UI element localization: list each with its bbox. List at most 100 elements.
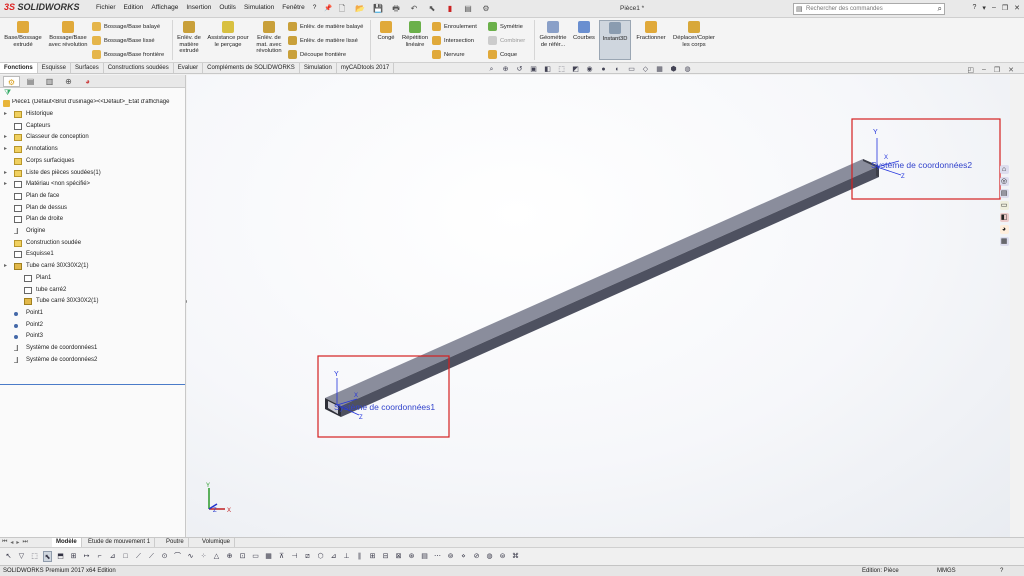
sketch-polygon-icon[interactable]: △ (212, 551, 221, 562)
reference-geometry-button[interactable]: Géométrie de référ... (536, 21, 570, 48)
sketch-fix-icon[interactable]: ⊘ (472, 551, 481, 562)
sketch-extend-icon[interactable]: ⊣ (290, 551, 299, 562)
sketch-equal-icon[interactable]: ⊜ (498, 551, 507, 562)
tab-complements[interactable]: Compléments de SOLIDWORKS (203, 63, 300, 73)
move-copy-bodies-button[interactable]: Déplacer/Copier les corps (670, 21, 718, 48)
sketch-convert-icon[interactable]: ⊟ (381, 551, 390, 562)
sketch-centerline-icon[interactable]: ⟋ (147, 551, 156, 562)
expand-chevron-icon[interactable]: ▸ (4, 261, 7, 272)
menu-edition[interactable]: Edition (124, 4, 144, 12)
coordinate-system-2[interactable]: Y X Z Système de coordonnées2 (871, 129, 972, 180)
menu-outils[interactable]: Outils (219, 4, 236, 12)
swept-cut-button[interactable]: Enlèv. de matière balayé (288, 22, 363, 31)
tab-mycadtools[interactable]: myCADtools 2017 (337, 63, 395, 73)
sketch-trim-icon[interactable]: ⊼ (277, 551, 286, 562)
design-library-icon[interactable]: ▤ (999, 189, 1009, 198)
boundary-boss-button[interactable]: Bossage/Base frontière (92, 50, 164, 59)
save-icon[interactable]: 💾 (372, 3, 384, 14)
search-scope-icon[interactable]: ▤ (796, 5, 803, 13)
beam-top-face[interactable] (325, 159, 879, 406)
file-explorer-icon[interactable]: ▭ (999, 201, 1009, 210)
restore-button[interactable]: ❐ (1002, 4, 1008, 12)
menu-affichage[interactable]: Affichage (151, 4, 178, 12)
expand-chevron-icon[interactable]: ▸ (4, 144, 7, 155)
extruded-boss-button[interactable]: Base/Bossage extrudé (3, 21, 43, 48)
tab-modele[interactable]: Modèle (52, 538, 82, 547)
sketch-spline-icon[interactable]: ∿ (186, 551, 195, 562)
wrap-button[interactable]: Enroulement (432, 22, 477, 31)
menu-fichier[interactable]: Fichier (96, 4, 116, 12)
tab-simulation[interactable]: Simulation (300, 63, 337, 73)
view-orientation-icon[interactable]: ⬚ (557, 66, 566, 74)
viewport-expand-icon[interactable]: ◰ (967, 66, 974, 74)
sketch-line-icon[interactable]: ⟋ (134, 551, 143, 562)
new-document-icon[interactable]: 🗋 (336, 3, 348, 14)
split-button[interactable]: Fractionner (633, 21, 669, 42)
combine-button[interactable]: Combiner (488, 36, 525, 45)
hide-show-icon[interactable]: ◉ (585, 66, 594, 74)
model-view[interactable]: Y X Z Système de coordonnées1 Y X Z Syst… (187, 75, 1010, 537)
sketch-pattern-icon[interactable]: ▦ (264, 551, 273, 562)
sketch-smart-dimension-icon[interactable]: ⬒ (56, 551, 65, 562)
search-commands-input[interactable]: ▤ Rechercher des commandes ⌕ (793, 3, 945, 15)
sketch-chamfer-icon[interactable]: ▤ (420, 551, 429, 562)
mirror-button[interactable]: Symétrie (488, 22, 523, 31)
sketch-box-select-icon[interactable]: ⬚ (30, 551, 39, 562)
options-gear-icon[interactable]: ⚙ (480, 3, 492, 14)
realview-icon[interactable]: ◇ (641, 66, 650, 74)
property-manager-tab-icon[interactable]: ▤ (22, 76, 39, 87)
search-icon[interactable]: ⌕ (938, 4, 942, 14)
expand-chevron-icon[interactable]: ▸ (4, 179, 7, 190)
sketch-filter-icon[interactable]: ▽ (17, 551, 26, 562)
sketch-select-icon[interactable]: ↖ (4, 551, 13, 562)
intersect-button[interactable]: Intersection (432, 36, 474, 45)
tab-motion-study[interactable]: Etude de mouvement 1 (84, 538, 156, 547)
hole-wizard-button[interactable]: Assistance pour le perçage (206, 21, 250, 48)
prev-tab-icon[interactable]: ◂ (10, 539, 13, 546)
menu-insertion[interactable]: Insertion (186, 4, 211, 12)
sketch-fillet-icon[interactable]: ⊛ (407, 551, 416, 562)
curves-button[interactable]: Courbes (571, 21, 597, 42)
display-style-icon[interactable]: ◩ (571, 66, 580, 74)
sketch-more-icon[interactable]: ⋯ (433, 551, 442, 562)
dimxpert-tab-icon[interactable]: ⊕ (60, 76, 77, 87)
sketch-line-select-icon[interactable]: ⬉ (43, 551, 52, 562)
dynamic-annotation-icon[interactable]: ◧ (543, 66, 552, 74)
instant3d-button[interactable]: Instant3D (599, 20, 631, 60)
zoom-to-area-icon[interactable]: ⊕ (501, 66, 510, 74)
select-icon[interactable]: ⬉ (426, 3, 438, 14)
graphics-area[interactable]: Y X Z Système de coordonnées1 Y X Z Syst… (187, 75, 1010, 537)
sketch-parallel-icon[interactable]: ∥ (355, 551, 364, 562)
tab-constructions-soudees[interactable]: Constructions soudées (104, 63, 174, 73)
print-icon[interactable]: 🖶 (390, 3, 402, 14)
apply-scene-icon[interactable]: ◐ (613, 66, 622, 74)
sketch-coincident-icon[interactable]: ⊚ (446, 551, 455, 562)
revolved-boss-button[interactable]: Bossage/Base avec révolution (46, 21, 90, 48)
tab-fonctions[interactable]: Fonctions (0, 63, 38, 73)
sketch-arc-icon[interactable]: ⌒ (173, 551, 182, 562)
sketch-offset-icon[interactable]: ⧄ (303, 551, 312, 562)
tab-evaluer[interactable]: Evaluer (174, 63, 204, 73)
minimize-button[interactable]: – (992, 4, 996, 12)
lofted-boss-button[interactable]: Bossage/Base lissé (92, 36, 155, 45)
previous-view-icon[interactable]: ↺ (515, 66, 524, 74)
sketch-triangle-icon[interactable]: ⊿ (329, 551, 338, 562)
appearances-icon[interactable]: ◕ (999, 225, 1009, 234)
expand-chevron-icon[interactable]: ▸ (4, 109, 7, 120)
sketch-center-icon[interactable]: ⊕ (225, 551, 234, 562)
linear-pattern-button[interactable]: Répétition linéaire (400, 21, 430, 48)
filter-icon[interactable]: ⧩ (0, 88, 185, 99)
open-icon[interactable]: 📂 (354, 3, 366, 14)
menu-simulation[interactable]: Simulation (244, 4, 274, 12)
tab-poutre[interactable]: Poutre (162, 538, 189, 547)
sketch-perpendicular-icon[interactable]: ⊥ (342, 551, 351, 562)
sketch-rect-center-icon[interactable]: ▭ (251, 551, 260, 562)
menu-fenetre[interactable]: Fenêtre (282, 4, 304, 12)
sketch-mirror-icon[interactable]: ⊞ (368, 551, 377, 562)
expand-chevron-icon[interactable]: ▸ (4, 168, 7, 179)
view-palette-icon[interactable]: ◧ (999, 213, 1009, 222)
file-properties-icon[interactable]: ▤ (462, 3, 474, 14)
sketch-tangent-icon[interactable]: ◍ (485, 551, 494, 562)
sketch-points-icon[interactable]: ⁘ (199, 551, 208, 562)
shadows-icon[interactable]: ▦ (655, 66, 664, 74)
